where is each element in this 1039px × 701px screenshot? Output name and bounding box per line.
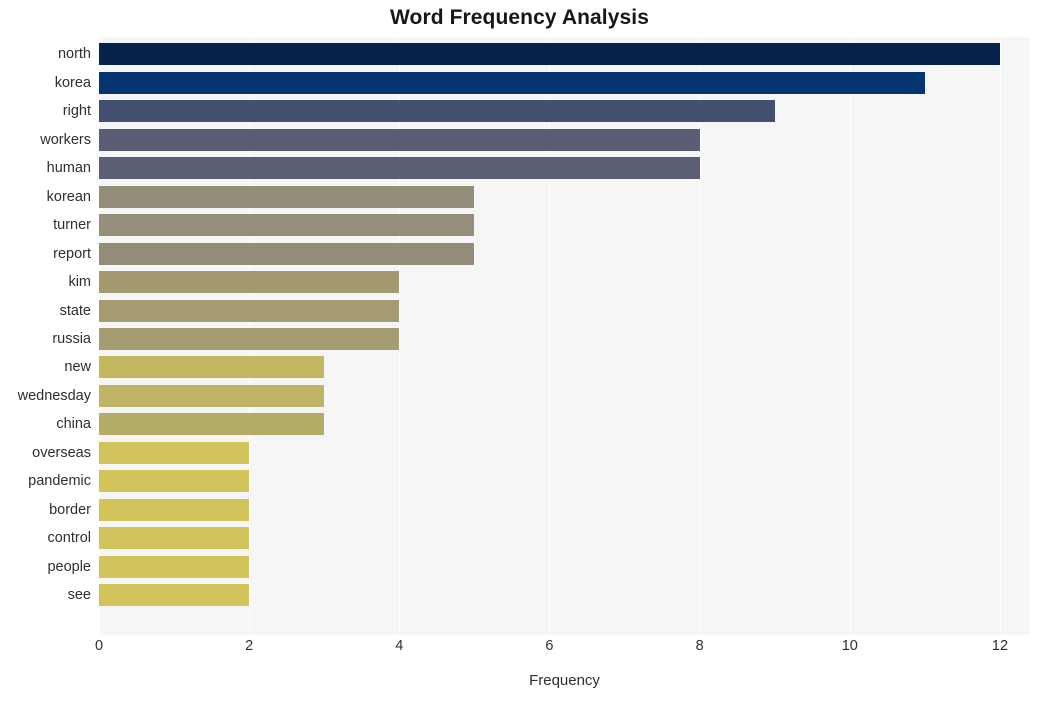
- y-tick-label-north: north: [57, 46, 91, 63]
- bar-china[interactable]: [99, 413, 325, 436]
- y-axis-labels: north korea right workers human korean turner r…: [0, 37, 91, 635]
- bar-fill: [99, 71, 925, 94]
- bar-wednesday[interactable]: [99, 384, 325, 407]
- y-tick-label-workers: workers: [40, 131, 91, 148]
- bar-north[interactable]: [99, 43, 1000, 66]
- bar-fill: [99, 498, 250, 521]
- y-tick-label-right: right: [62, 103, 91, 120]
- y-tick-label-china: china: [56, 416, 91, 433]
- y-tick-label-new: new: [64, 359, 91, 376]
- bar-fill: [99, 584, 250, 607]
- bar-fill: [99, 328, 400, 350]
- y-tick-label-korean: korean: [46, 188, 91, 205]
- bar-korea[interactable]: [99, 71, 925, 94]
- bar-fill: [99, 527, 250, 550]
- bar-human[interactable]: [99, 157, 700, 180]
- bar-fill: [99, 100, 775, 123]
- bar-fill: [99, 242, 475, 265]
- y-tick-label-turner: turner: [53, 217, 91, 234]
- y-tick-label-wednesday: wednesday: [17, 387, 91, 404]
- bar-overseas[interactable]: [99, 441, 250, 464]
- y-tick-label-see: see: [67, 587, 91, 604]
- bar-fill: [99, 157, 700, 180]
- x-tick-label-12: 12: [991, 638, 1009, 654]
- bar-fill: [99, 441, 250, 464]
- x-tick-label-4: 4: [395, 638, 404, 654]
- y-tick-label-russia: russia: [52, 331, 91, 347]
- x-tick-label-6: 6: [545, 638, 554, 654]
- x-tick-label-0: 0: [94, 638, 104, 654]
- bar-fill: [99, 271, 400, 294]
- chart-title: Word Frequency Analysis: [389, 6, 650, 29]
- bar-people[interactable]: [99, 555, 250, 578]
- x-tick-label-10: 10: [841, 638, 858, 654]
- y-tick-label-human: human: [46, 160, 91, 177]
- y-tick-label-pandemic: pandemic: [28, 473, 91, 490]
- bar-fill: [99, 384, 325, 407]
- bar-new[interactable]: [99, 356, 325, 379]
- y-tick-label-report: report: [53, 245, 91, 262]
- bar-fill: [99, 470, 250, 493]
- bar-fill: [99, 299, 400, 322]
- bars-layer: [99, 37, 1030, 635]
- y-tick-label-korea: korea: [54, 74, 91, 91]
- word-frequency-chart: Word Frequency Analysis north korea right w…: [0, 0, 1039, 701]
- bar-fill: [99, 356, 325, 379]
- y-tick-label-control: control: [47, 530, 91, 547]
- x-axis-title: Frequency: [529, 672, 600, 689]
- bar-pandemic[interactable]: [99, 470, 250, 493]
- bar-kim[interactable]: [99, 271, 400, 294]
- bar-report[interactable]: [99, 242, 475, 265]
- bar-border[interactable]: [99, 498, 250, 521]
- bar-korean[interactable]: [99, 185, 475, 208]
- bar-control[interactable]: [99, 527, 250, 550]
- x-axis-ticks: 0 2 4 6 8 10 12: [95, 638, 1030, 662]
- bar-fill: [99, 43, 1000, 66]
- y-tick-label-state: state: [59, 302, 91, 319]
- bar-see[interactable]: [99, 584, 250, 607]
- y-tick-label-kim: kim: [68, 274, 91, 291]
- bar-fill: [99, 128, 700, 151]
- y-tick-label-border: border: [49, 501, 91, 518]
- bar-fill: [99, 413, 325, 436]
- bar-fill: [99, 185, 475, 208]
- y-tick-label-people: people: [47, 558, 91, 575]
- bar-fill: [99, 555, 250, 578]
- bar-right[interactable]: [99, 100, 775, 123]
- bar-state[interactable]: [99, 299, 400, 322]
- bar-workers[interactable]: [99, 128, 700, 151]
- bar-turner[interactable]: [99, 214, 475, 237]
- x-tick-label-8: 8: [695, 638, 704, 654]
- x-tick-label-2: 2: [245, 638, 254, 654]
- y-tick-label-overseas: overseas: [32, 444, 91, 461]
- bar-russia[interactable]: [99, 328, 400, 350]
- bar-fill: [99, 214, 475, 237]
